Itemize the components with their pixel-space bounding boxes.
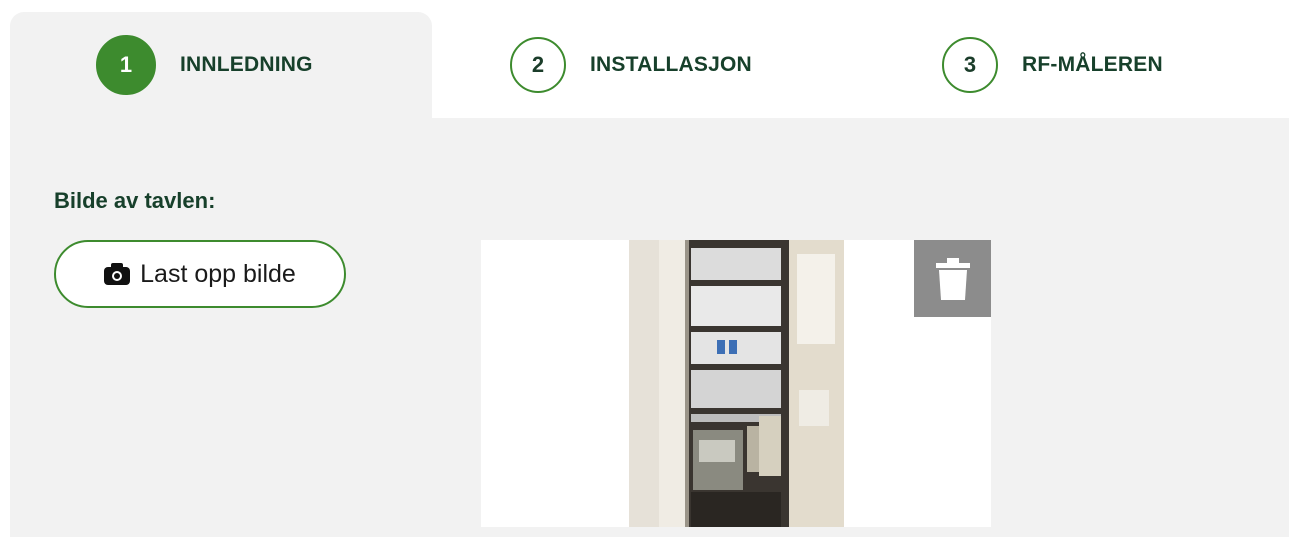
camera-icon bbox=[104, 263, 131, 285]
content-panel: Bilde av tavlen: Last opp bilde bbox=[10, 118, 1289, 537]
tab-label: INNLEDNING bbox=[180, 53, 313, 76]
step-number-badge: 2 bbox=[510, 37, 566, 93]
step-tabs: 1 INNLEDNING 2 INSTALLASJON 3 RF-MÅLEREN bbox=[10, 12, 1289, 118]
tab-installasjon[interactable]: 2 INSTALLASJON bbox=[432, 12, 862, 118]
tab-label: INSTALLASJON bbox=[590, 53, 752, 76]
uploaded-photo bbox=[629, 240, 844, 527]
image-preview bbox=[481, 240, 991, 527]
step-number-badge: 1 bbox=[96, 35, 156, 95]
step-number-badge: 3 bbox=[942, 37, 998, 93]
tab-innledning[interactable]: 1 INNLEDNING bbox=[10, 12, 432, 118]
trash-icon bbox=[935, 257, 970, 300]
delete-image-button[interactable] bbox=[914, 240, 991, 317]
tab-label: RF-MÅLEREN bbox=[1022, 53, 1163, 76]
section-label: Bilde av tavlen: bbox=[54, 188, 216, 213]
upload-button-label: Last opp bilde bbox=[140, 259, 296, 288]
tab-rf-maleren[interactable]: 3 RF-MÅLEREN bbox=[862, 12, 1289, 118]
upload-image-button[interactable]: Last opp bilde bbox=[54, 240, 346, 308]
